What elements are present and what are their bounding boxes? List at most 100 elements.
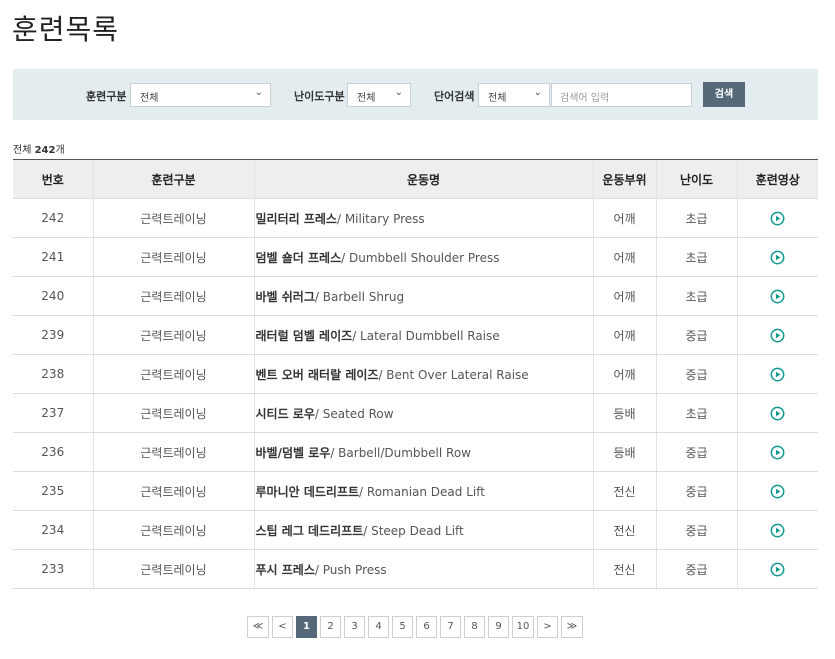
search-input[interactable]: 검색어 입력 xyxy=(551,83,692,107)
exercise-name-korean[interactable]: 바벨 쉬러그 xyxy=(256,290,315,304)
row-video xyxy=(736,393,818,433)
prev-page-button[interactable]: < xyxy=(272,616,293,638)
play-circle-icon[interactable] xyxy=(770,367,785,382)
row-video xyxy=(736,354,818,394)
exercise-name-korean[interactable]: 벤트 오버 래터랄 레이즈 xyxy=(256,368,379,382)
row-body-part: 등배 xyxy=(592,393,656,433)
row-no: 235 xyxy=(13,471,93,511)
row-body-part: 등배 xyxy=(592,432,656,472)
row-exercise-name[interactable]: 시티드 로우/ Seated Row xyxy=(253,393,593,433)
row-body-part: 전신 xyxy=(592,471,656,511)
category-select[interactable]: 전체 ⌄ xyxy=(130,83,271,107)
pagination: ≪ < 1 2 3 4 5 6 7 8 9 10 > ≫ xyxy=(247,616,583,638)
play-circle-icon[interactable] xyxy=(770,445,785,460)
search-input-placeholder: 검색어 입력 xyxy=(560,93,610,104)
table-row[interactable]: 239 근력트레이닝 래터럴 덤벨 레이즈/ Lateral Dumbbell Ra… xyxy=(13,315,818,355)
row-category: 근력트레이닝 xyxy=(92,432,254,472)
row-exercise-name[interactable]: 스팁 레그 데드리프트/ Steep Dead Lift xyxy=(253,510,593,550)
exercise-name-korean[interactable]: 바벨/덤벨 로우 xyxy=(256,446,331,460)
exercise-name-english[interactable]: / Barbell/Dumbbell Row xyxy=(330,446,471,460)
exercise-name-korean[interactable]: 밀리터리 프레스 xyxy=(256,212,337,226)
row-no: 239 xyxy=(13,315,93,355)
row-level: 중급 xyxy=(655,354,737,394)
play-circle-icon[interactable] xyxy=(770,211,785,226)
exercise-name-english[interactable]: / Romanian Dead Lift xyxy=(359,485,485,499)
page-button[interactable]: 2 xyxy=(320,616,341,638)
page-button[interactable]: 3 xyxy=(344,616,365,638)
header-level: 난이도 xyxy=(655,159,737,199)
exercise-name-korean[interactable]: 푸시 프레스 xyxy=(256,563,315,577)
table-row[interactable]: 233 근력트레이닝 푸시 프레스/ Push Press 전신 중급 xyxy=(13,549,818,589)
row-no: 236 xyxy=(13,432,93,472)
exercise-name-english[interactable]: / Bent Over Lateral Raise xyxy=(378,368,528,382)
row-body-part: 전신 xyxy=(592,549,656,589)
page-button[interactable]: 4 xyxy=(368,616,389,638)
keyword-scope-select[interactable]: 전체 ⌄ xyxy=(478,83,550,107)
total-count-number: 242 xyxy=(34,145,56,156)
table-row[interactable]: 238 근력트레이닝 벤트 오버 래터랄 레이즈/ Bent Over Latera… xyxy=(13,354,818,394)
row-body-part: 어깨 xyxy=(592,237,656,277)
exercise-name-korean[interactable]: 래터럴 덤벨 레이즈 xyxy=(256,329,353,343)
row-exercise-name[interactable]: 푸시 프레스/ Push Press xyxy=(253,549,593,589)
row-video xyxy=(736,198,818,238)
header-body-part: 운동부위 xyxy=(592,159,656,199)
exercise-name-english[interactable]: / Steep Dead Lift xyxy=(363,524,464,538)
level-select[interactable]: 전체 ⌄ xyxy=(347,83,411,107)
table-row[interactable]: 242 근력트레이닝 밀리터리 프레스/ Military Press 어깨 초급 xyxy=(13,198,818,238)
page-button[interactable]: 8 xyxy=(464,616,485,638)
exercise-name-korean[interactable]: 시티드 로우 xyxy=(256,407,315,421)
row-exercise-name[interactable]: 루마니안 데드리프트/ Romanian Dead Lift xyxy=(253,471,593,511)
play-circle-icon[interactable] xyxy=(770,523,785,538)
page-button[interactable]: 6 xyxy=(416,616,437,638)
play-circle-icon[interactable] xyxy=(770,289,785,304)
exercise-name-english[interactable]: / Seated Row xyxy=(315,407,394,421)
search-button[interactable]: 검색 xyxy=(703,82,745,107)
row-category: 근력트레이닝 xyxy=(92,393,254,433)
row-video xyxy=(736,510,818,550)
table-row[interactable]: 240 근력트레이닝 바벨 쉬러그/ Barbell Shrug 어깨 초급 xyxy=(13,276,818,316)
exercise-name-korean[interactable]: 덤벨 숄더 프레스 xyxy=(256,251,342,265)
row-video xyxy=(736,237,818,277)
play-circle-icon[interactable] xyxy=(770,484,785,499)
page-button[interactable]: 10 xyxy=(512,616,534,638)
play-circle-icon[interactable] xyxy=(770,328,785,343)
exercise-name-english[interactable]: / Dumbbell Shoulder Press xyxy=(341,251,499,265)
row-category: 근력트레이닝 xyxy=(92,237,254,277)
first-page-button[interactable]: ≪ xyxy=(247,616,269,638)
row-exercise-name[interactable]: 래터럴 덤벨 레이즈/ Lateral Dumbbell Raise xyxy=(253,315,593,355)
next-page-button[interactable]: > xyxy=(537,616,558,638)
table-row[interactable]: 241 근력트레이닝 덤벨 숄더 프레스/ Dumbbell Shoulder Pr… xyxy=(13,237,818,277)
row-exercise-name[interactable]: 바벨/덤벨 로우/ Barbell/Dumbbell Row xyxy=(253,432,593,472)
header-no: 번호 xyxy=(13,159,93,199)
page-button[interactable]: 9 xyxy=(488,616,509,638)
row-body-part: 전신 xyxy=(592,510,656,550)
page-button[interactable]: 7 xyxy=(440,616,461,638)
exercise-name-english[interactable]: / Barbell Shrug xyxy=(315,290,404,304)
play-circle-icon[interactable] xyxy=(770,406,785,421)
play-circle-icon[interactable] xyxy=(770,250,785,265)
table-row[interactable]: 236 근력트레이닝 바벨/덤벨 로우/ Barbell/Dumbbell Row 등… xyxy=(13,432,818,472)
exercise-name-korean[interactable]: 스팁 레그 데드리프트 xyxy=(256,524,364,538)
row-exercise-name[interactable]: 벤트 오버 래터랄 레이즈/ Bent Over Lateral Raise xyxy=(253,354,593,394)
page-button[interactable]: 1 xyxy=(296,616,317,638)
header-category: 훈련구분 xyxy=(92,159,254,199)
table-row[interactable]: 237 근력트레이닝 시티드 로우/ Seated Row 등배 초급 xyxy=(13,393,818,433)
row-no: 233 xyxy=(13,549,93,589)
page-button[interactable]: 5 xyxy=(392,616,413,638)
row-level: 중급 xyxy=(655,471,737,511)
exercise-name-english[interactable]: / Push Press xyxy=(315,563,387,577)
table-row[interactable]: 234 근력트레이닝 스팁 레그 데드리프트/ Steep Dead Lift 전신 중… xyxy=(13,510,818,550)
exercise-name-english[interactable]: / Military Press xyxy=(337,212,425,226)
table-row[interactable]: 235 근력트레이닝 루마니안 데드리프트/ Romanian Dead Lift 전… xyxy=(13,471,818,511)
row-exercise-name[interactable]: 덤벨 숄더 프레스/ Dumbbell Shoulder Press xyxy=(253,237,593,277)
exercise-name-english[interactable]: / Lateral Dumbbell Raise xyxy=(352,329,499,343)
exercise-name-korean[interactable]: 루마니안 데드리프트 xyxy=(256,485,360,499)
row-exercise-name[interactable]: 밀리터리 프레스/ Military Press xyxy=(253,198,593,238)
row-body-part: 어깨 xyxy=(592,315,656,355)
last-page-button[interactable]: ≫ xyxy=(561,616,583,638)
row-body-part: 어깨 xyxy=(592,354,656,394)
play-circle-icon[interactable] xyxy=(770,562,785,577)
row-video xyxy=(736,471,818,511)
row-level: 초급 xyxy=(655,393,737,433)
row-exercise-name[interactable]: 바벨 쉬러그/ Barbell Shrug xyxy=(253,276,593,316)
